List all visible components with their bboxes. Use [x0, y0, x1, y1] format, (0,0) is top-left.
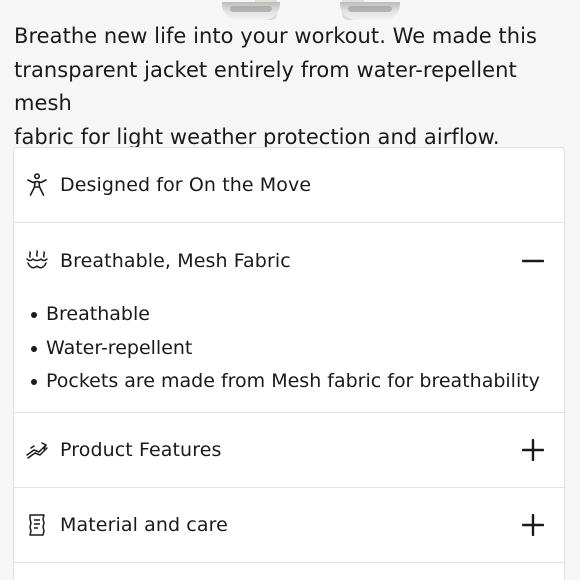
list-item: Pockets are made from Mesh fabric for br… [31, 365, 564, 399]
product-features-icon [25, 438, 49, 462]
list-item-text: Pockets are made from Mesh fabric for br… [46, 370, 540, 392]
accordion-item-material-care[interactable]: Material and care [14, 488, 564, 563]
feature-list: Breathable Water-repellent Pockets are m… [14, 298, 564, 399]
sneaker-left-image [222, 2, 280, 20]
accordion-item-label: Breathable, Mesh Fabric [60, 249, 291, 272]
bullet-icon [31, 379, 37, 385]
accordion-panel-breathable: Breathable Water-repellent Pockets are m… [14, 298, 564, 413]
product-image-crop [0, 0, 580, 22]
accordion-item-label: Designed for On the Move [60, 174, 312, 196]
person-activity-icon [25, 173, 49, 197]
minus-icon[interactable] [522, 250, 544, 272]
sneaker-right-image [340, 2, 400, 20]
accordion-item-label: Product Features [60, 438, 222, 461]
product-details-page: Breathe new life into your workout. We m… [0, 0, 580, 580]
list-item: Water-repellent [31, 332, 564, 366]
accordion-item-label: Material and care [60, 513, 228, 536]
list-item-text: Water-repellent [46, 336, 193, 359]
bullet-icon [31, 345, 37, 352]
accordion-item-designed-for[interactable]: Designed for On the Move [14, 148, 564, 223]
list-item: Breathable [31, 298, 564, 332]
plus-icon[interactable] [522, 513, 544, 536]
bullet-icon [31, 312, 37, 318]
list-item-text: Breathable [46, 303, 150, 325]
accordion-item-product-features[interactable]: Product Features [14, 413, 564, 488]
accordion-item-breathable[interactable]: Breathable, Mesh Fabric [14, 223, 564, 298]
product-details-accordion: Designed for On the Move Breathable, Mes… [13, 147, 565, 580]
care-label-icon [25, 513, 49, 537]
breathable-waves-icon [25, 249, 49, 273]
product-description: Breathe new life into your workout. We m… [14, 24, 537, 149]
plus-icon[interactable] [522, 438, 544, 461]
